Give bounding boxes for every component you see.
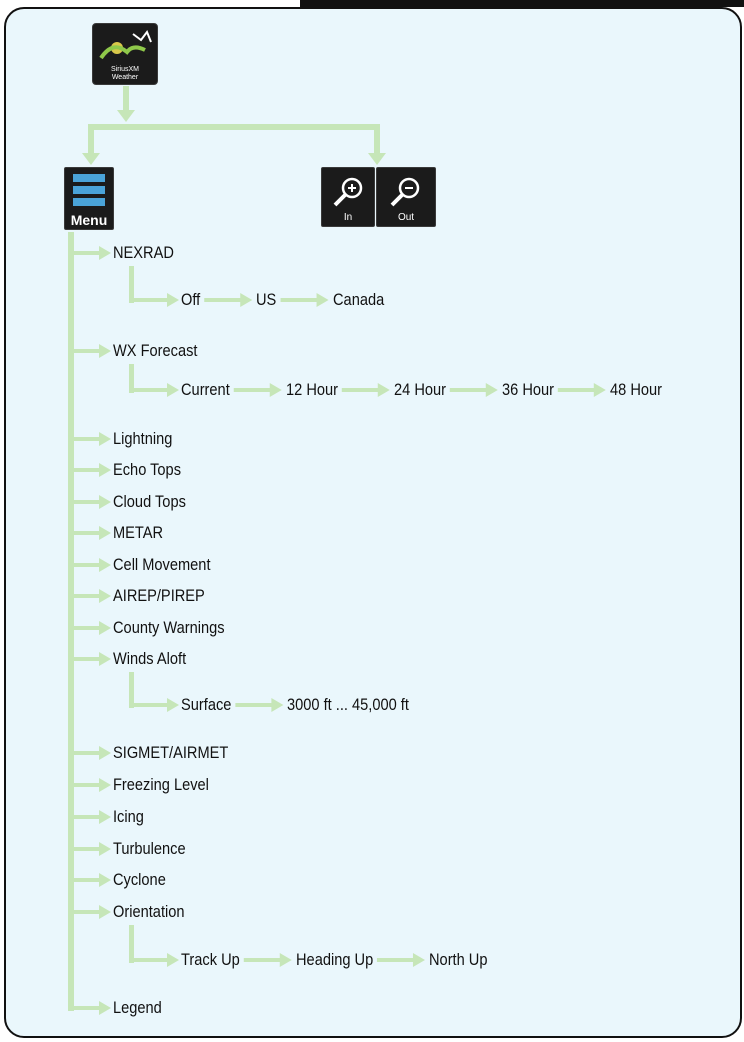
menu-item-icing[interactable]: Icing	[113, 807, 144, 827]
submenu-option[interactable]: 24 Hour	[394, 380, 446, 400]
menu-item-winds-aloft[interactable]: Winds Aloft	[113, 649, 186, 669]
menu-item-arrow	[72, 746, 111, 760]
menu-caption: Menu	[70, 212, 108, 228]
menu-item-arrow	[72, 526, 111, 540]
zoom-in-icon	[333, 177, 363, 207]
menu-item-arrow	[72, 589, 111, 603]
submenu-elbow	[129, 672, 134, 708]
submenu-arrow	[131, 953, 179, 967]
connector-layer	[68, 86, 606, 1015]
weather-graphic-icon	[99, 29, 152, 60]
connector-arrow-down	[117, 86, 135, 122]
menu-item-legend[interactable]: Legend	[113, 998, 162, 1018]
submenu-option[interactable]: 12 Hour	[286, 380, 338, 400]
menu-item-nexrad[interactable]: NEXRAD	[113, 243, 174, 263]
submenu-arrow	[131, 383, 179, 397]
menu-item-echo-tops[interactable]: Echo Tops	[113, 460, 181, 480]
submenu-elbow	[129, 266, 134, 303]
menu-item-cyclone[interactable]: Cyclone	[113, 870, 166, 890]
connector-horizontal	[88, 124, 380, 130]
zoom-out-caption: Out	[397, 212, 415, 223]
zoom-in-caption: In	[343, 212, 353, 223]
submenu-arrow	[131, 698, 179, 712]
submenu-arrow	[233, 383, 282, 397]
menu-spine	[68, 232, 74, 1011]
connector-arrow-to-zoom	[368, 127, 386, 165]
menu-item-arrow	[72, 778, 111, 792]
menu-item-arrow	[72, 246, 111, 260]
menu-item-arrow	[72, 652, 111, 666]
submenu-option[interactable]: 48 Hour	[610, 380, 662, 400]
smart-weather-caption: SiriusXM Weather	[110, 66, 139, 81]
menu-item-arrow	[72, 905, 111, 919]
submenu-option[interactable]: Surface	[181, 695, 231, 715]
menu-list-icon	[73, 174, 105, 206]
menu-item-arrow	[72, 432, 111, 446]
smart-weather-icon[interactable]: SiriusXM Weather	[92, 23, 158, 85]
menu-item-arrow	[72, 621, 111, 635]
menu-item-arrow	[72, 344, 111, 358]
menu-item-sigmet-airmet[interactable]: SIGMET/AIRMET	[113, 743, 228, 763]
menu-item-arrow	[72, 1001, 111, 1015]
menu-item-arrow	[72, 558, 111, 572]
submenu-option[interactable]: 3000 ft ... 45,000 ft	[287, 695, 409, 715]
menu-item-turbulence[interactable]: Turbulence	[113, 839, 186, 859]
submenu-arrow	[376, 953, 425, 967]
menu-item-airep-pirep[interactable]: AIREP/PIREP	[113, 586, 205, 606]
submenu-option[interactable]: Off	[181, 290, 200, 310]
submenu-elbow	[129, 925, 134, 963]
connector-arrow-to-menu	[82, 127, 100, 165]
submenu-option[interactable]: 36 Hour	[502, 380, 554, 400]
submenu-option[interactable]: Heading Up	[296, 950, 373, 970]
menu-item-county-warnings[interactable]: County Warnings	[113, 618, 225, 638]
zoom-in-button[interactable]: In	[321, 167, 375, 227]
menu-item-wx-forecast[interactable]: WX Forecast	[113, 341, 197, 361]
submenu-arrow	[243, 953, 292, 967]
menu-item-freezing-level[interactable]: Freezing Level	[113, 775, 209, 795]
menu-button[interactable]: Menu	[64, 167, 114, 230]
zoom-out-icon	[390, 177, 420, 207]
submenu-arrow	[341, 383, 390, 397]
menu-item-arrow	[72, 842, 111, 856]
submenu-option[interactable]: US	[256, 290, 276, 310]
submenu-option[interactable]: Track Up	[181, 950, 240, 970]
submenu-arrow	[204, 293, 253, 307]
submenu-option[interactable]: Current	[181, 380, 230, 400]
submenu-arrow	[280, 293, 329, 307]
submenu-option[interactable]: North Up	[429, 950, 488, 970]
menu-item-arrow	[72, 873, 111, 887]
submenu-arrow	[131, 293, 179, 307]
menu-item-cell-movement[interactable]: Cell Movement	[113, 555, 211, 575]
menu-item-arrow	[72, 463, 111, 477]
menu-item-arrow	[72, 495, 111, 509]
zoom-out-button[interactable]: Out	[376, 167, 436, 227]
submenu-arrow	[449, 383, 498, 397]
menu-item-lightning[interactable]: Lightning	[113, 429, 172, 449]
menu-item-cloud-tops[interactable]: Cloud Tops	[113, 492, 186, 512]
menu-item-orientation[interactable]: Orientation	[113, 902, 185, 922]
submenu-arrow	[557, 383, 606, 397]
submenu-arrow	[235, 698, 284, 712]
menu-item-metar[interactable]: METAR	[113, 523, 163, 543]
menu-item-arrow	[72, 810, 111, 824]
submenu-option[interactable]: Canada	[333, 290, 384, 310]
